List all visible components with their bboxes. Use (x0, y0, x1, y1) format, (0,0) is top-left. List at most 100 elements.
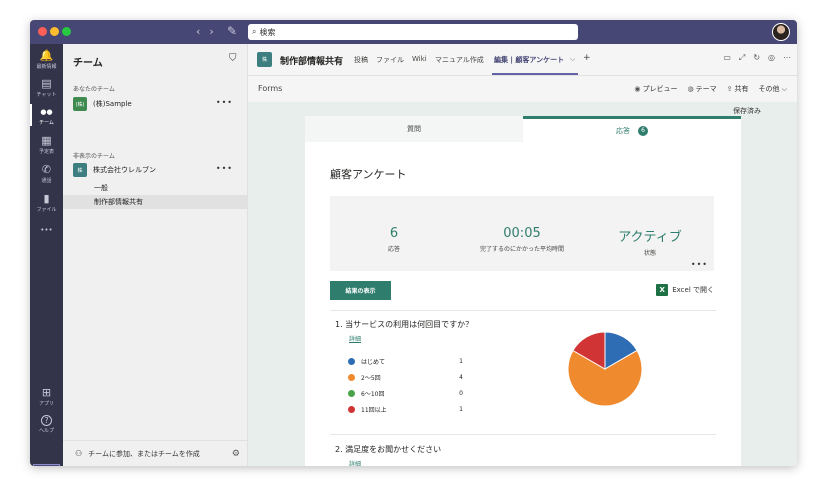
rail-item-chat[interactable]: ▤ チャット (30, 77, 63, 99)
minimize-window-button[interactable] (50, 27, 59, 36)
team-logo: 株 (73, 163, 87, 177)
legend-item: はじめて 1 (348, 356, 463, 366)
chat-bubble-icon[interactable]: ▭ (723, 53, 731, 63)
excel-icon: X (656, 284, 669, 296)
share-button[interactable]: ⇪ 共有 (727, 84, 749, 94)
search-input[interactable]: ⌕ 検索 (248, 24, 578, 40)
preview-button[interactable]: ◉ プレビュー (634, 84, 677, 94)
active-tab-indicator (492, 73, 578, 75)
teams-panel: チーム ⛉ あなたのチーム (株) (株)Sample ••• 非表示のチーム … (63, 44, 248, 466)
globe-icon[interactable]: ◎ (768, 53, 775, 63)
rail-item-more[interactable]: ••• (30, 224, 63, 236)
rail-item-apps[interactable]: ⊞ アプリ (30, 386, 63, 408)
join-team-icon: ⚇ (75, 449, 83, 458)
forms-canvas[interactable]: 保存済み 質問 応答 6 顧客アンケート 6 応答 00:05 完了するのにかか… (248, 102, 797, 466)
question-1-title: 1. 当サービスの利用は何回目ですか？ (335, 320, 474, 329)
mobile-device-button[interactable]: ▯ (33, 464, 60, 466)
compose-icon[interactable]: ✎ (227, 24, 237, 38)
survey-title: 顧客アンケート (330, 168, 407, 181)
forms-app-label: Forms (258, 84, 283, 93)
legend-item: 2〜5回 4 (348, 372, 463, 382)
rail-item-teams[interactable]: ●● チーム (30, 104, 63, 126)
more-options-icon[interactable]: ••• (691, 260, 708, 269)
more-menu-button[interactable]: その他 ⌵ (758, 84, 787, 94)
team-logo: (株) (73, 97, 87, 111)
team-row-sample[interactable]: (株) (株)Sample ••• (73, 96, 243, 112)
response-summary: 6 応答 00:05 完了するのにかかった平均時間 アクティブ 状態 ••• (330, 196, 714, 271)
file-icon: ▮ (43, 192, 50, 205)
channel-general[interactable]: 一般 (63, 181, 248, 195)
form-card: 質問 応答 6 顧客アンケート 6 応答 00:05 完了するのにかかった平均時… (305, 116, 741, 466)
teams-window: ‹ › ✎ ⌕ 検索 🔔 最新情報 ▤ チャット ●● チーム ▦ 予定表 ✆ … (30, 20, 797, 466)
rail-item-help[interactable]: ? ヘルプ (30, 415, 63, 434)
channel-production-info[interactable]: 制作部情報共有 (63, 195, 248, 209)
avatar[interactable] (772, 23, 790, 41)
eye-icon: ◉ (634, 85, 641, 93)
bell-icon: 🔔 (39, 49, 54, 62)
zoom-window-button[interactable] (62, 27, 71, 36)
more-options-icon[interactable]: ⋯ (783, 53, 791, 63)
tab-responses[interactable]: 応答 6 (523, 116, 741, 142)
gear-icon[interactable]: ⚙ (232, 449, 240, 459)
search-icon: ⌕ (252, 27, 257, 36)
rail-item-calls[interactable]: ✆ 通話 (30, 163, 63, 185)
filter-icon[interactable]: ⛉ (229, 53, 237, 64)
expand-icon[interactable]: ⤢ (739, 53, 745, 63)
forward-arrow-icon[interactable]: › (209, 25, 213, 38)
tab-edit-survey[interactable]: 編集 | 顧客アンケート (494, 55, 564, 65)
channel-name: 制作部情報共有 (280, 57, 344, 67)
apps-icon: ⊞ (41, 386, 52, 399)
forms-toolbar: Forms ◉ プレビュー ◍ テーマ ⇪ 共有 その他 ⌵ (248, 76, 797, 102)
rail-item-files[interactable]: ▮ ファイル (30, 192, 63, 214)
channel-logo: 株 (257, 52, 272, 67)
tab-manual[interactable]: マニュアル作成 (435, 55, 484, 65)
divider (330, 310, 716, 311)
stat-average-time: 00:05 完了するのにかかった平均時間 (479, 226, 564, 253)
main-content: 株 制作部情報共有 投稿 ファイル Wiki マニュアル作成 編集 | 顧客アン… (248, 44, 797, 466)
stat-responses: 6 応答 (387, 226, 400, 253)
tab-dropdown-chevron-icon[interactable]: ⌵ (570, 55, 575, 64)
more-options-icon[interactable]: ••• (216, 164, 233, 173)
rail-item-activity[interactable]: 🔔 最新情報 (30, 49, 63, 71)
header-actions: ▭ ⤢ ↻ ◎ ⋯ (723, 53, 791, 63)
tab-files[interactable]: ファイル (376, 55, 404, 65)
view-results-button[interactable]: 結果の表示 (330, 281, 391, 300)
open-in-excel-button[interactable]: X Excel で開く (656, 284, 714, 296)
history-nav: ‹ › (196, 25, 214, 38)
legend-swatch (348, 357, 355, 365)
back-arrow-icon[interactable]: ‹ (196, 25, 200, 38)
question-1-details-link[interactable]: 詳細 (349, 334, 361, 343)
close-window-button[interactable] (38, 27, 47, 36)
question-2-title: 2. 満足度をお聞かせください (335, 445, 442, 454)
join-team-label: チームに参加、またはチームを作成 (88, 449, 200, 458)
team-name: (株)Sample (93, 100, 132, 108)
section-hidden-teams: 非表示のチーム (73, 153, 115, 160)
search-placeholder: 検索 (259, 27, 276, 37)
legend-swatch (348, 389, 355, 397)
responses-count-badge: 6 (638, 125, 648, 136)
stat-status: アクティブ 状態 (618, 230, 682, 257)
rail-item-calendar[interactable]: ▦ 予定表 (30, 134, 63, 156)
join-or-create-team[interactable]: ⚇ チームに参加、またはチームを作成 ⚙ (63, 440, 248, 466)
team-row-urerubun[interactable]: 株 株式会社ウレルブン ••• (73, 162, 243, 178)
tab-posts[interactable]: 投稿 (354, 55, 368, 65)
legend-item: 11回以上 1 (348, 404, 463, 414)
saved-status: 保存済み (733, 107, 761, 115)
share-icon: ⇪ (726, 85, 733, 93)
question-1-pie-chart (567, 331, 643, 407)
phone-icon: ✆ (41, 163, 52, 176)
channel-header: 株 制作部情報共有 投稿 ファイル Wiki マニュアル作成 編集 | 顧客アン… (248, 44, 797, 76)
title-bar: ‹ › ✎ ⌕ 検索 (30, 20, 797, 44)
teams-icon: ●● (40, 108, 53, 116)
tab-wiki[interactable]: Wiki (412, 55, 427, 63)
theme-button[interactable]: ◍ テーマ (687, 84, 716, 94)
more-options-icon[interactable]: ••• (216, 98, 233, 107)
more-icon: ••• (40, 226, 53, 234)
add-tab-button[interactable]: + (583, 53, 591, 63)
tab-questions[interactable]: 質問 (305, 116, 523, 142)
question-2-details-link[interactable]: 詳細 (349, 459, 361, 466)
divider (330, 434, 716, 435)
calendar-icon: ▦ (41, 134, 52, 147)
refresh-icon[interactable]: ↻ (753, 53, 760, 63)
chat-icon: ▤ (41, 77, 52, 90)
